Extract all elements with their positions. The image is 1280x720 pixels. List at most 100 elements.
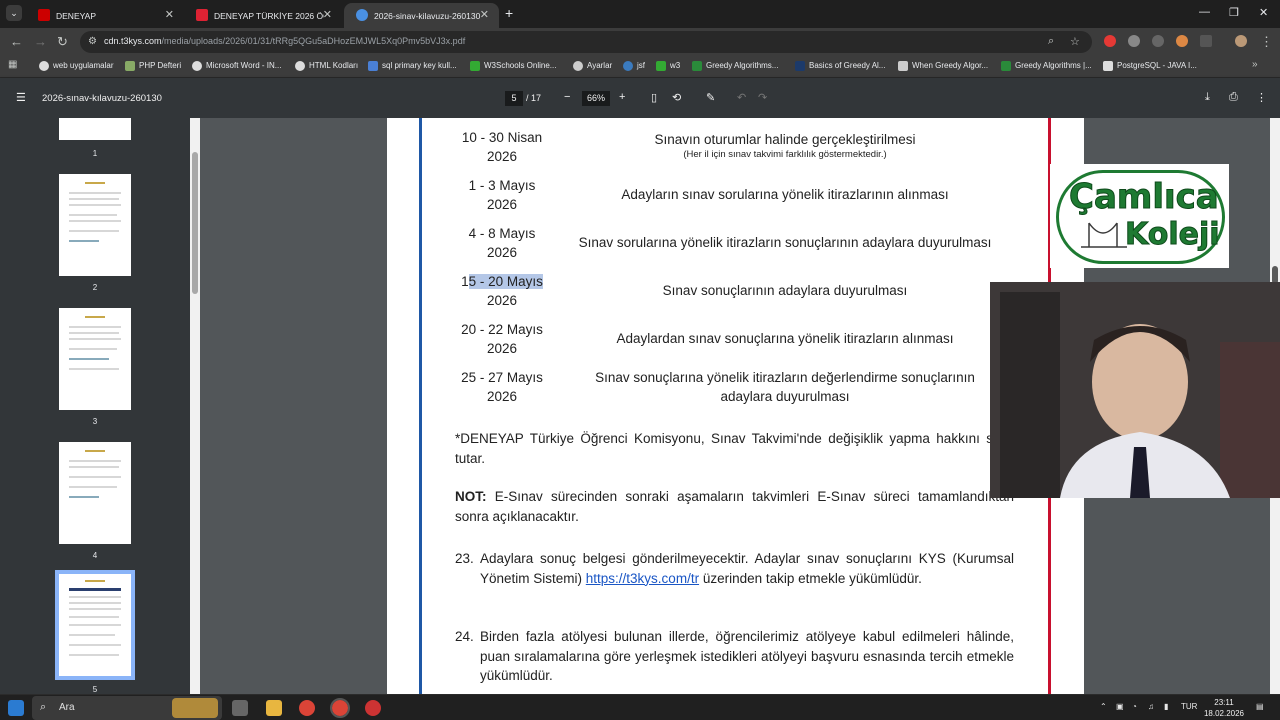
forward-button[interactable]: → — [34, 34, 47, 49]
more-bookmarks-icon[interactable]: » — [1252, 59, 1258, 70]
battery-icon[interactable]: ▮ — [1164, 702, 1168, 711]
apps-grid-icon[interactable]: ▦ — [8, 59, 17, 70]
page-thumbnail[interactable] — [59, 174, 131, 276]
bookmark-item[interactable]: W3Schools Online... — [470, 61, 556, 71]
address-bar[interactable]: ⚙ cdn.t3kys.com/media/uploads/2026/01/31… — [80, 31, 1092, 53]
windows-start-icon[interactable] — [8, 700, 24, 716]
extension-icon[interactable] — [1128, 35, 1140, 47]
sidebar-scroll-thumb[interactable] — [192, 152, 198, 294]
bookmark-item[interactable]: HTML Kodları — [295, 61, 358, 71]
volume-icon[interactable]: ♫ — [1148, 702, 1154, 711]
clock[interactable]: 23:11 18.02.2026 — [1196, 697, 1252, 719]
schedule-row: 4 - 8 Mayıs 2026 Sınav sorularına yönelik… — [468, 226, 992, 260]
sidebar-scrollbar[interactable] — [190, 118, 200, 694]
zoom-input[interactable]: 66% — [582, 91, 610, 106]
kys-link[interactable]: https://t3kys.com/tr — [586, 571, 699, 586]
url-host: cdn.t3kys.com — [104, 36, 162, 46]
url-path: /media/uploads/2026/01/31/tRRg5QGu5aDHoz… — [161, 36, 466, 46]
zoom-out-icon[interactable]: − — [564, 91, 570, 103]
windows-taskbar: ⌕ Ara ⌃ ▣ ◔ ♫ ▮ TUR 23:11 18.02.2026 ▤ — [0, 694, 1280, 720]
download-icon[interactable]: ⤓ — [1205, 91, 1210, 104]
extension-icon[interactable] — [1176, 35, 1188, 47]
tab-deneyap-turkiye[interactable]: DENEYAP TÜRKİYE 2026 ÖĞRENCİ ✕ — [184, 3, 342, 28]
new-tab-button[interactable]: + — [505, 5, 513, 21]
chrome-active-icon[interactable] — [330, 698, 350, 718]
schedule-row: 15 - 20 Mayıs 2026 Sınav sonuçlarının ada… — [461, 274, 908, 308]
profile-avatar[interactable] — [1235, 35, 1247, 47]
browser-toolbar: ← → ↻ ⚙ cdn.t3kys.com/media/uploads/2026… — [0, 28, 1280, 56]
close-window-button[interactable]: ✕ — [1259, 6, 1268, 19]
more-options-icon[interactable]: ⋮ — [1256, 91, 1267, 104]
bookmarks-bar: ▦ web uygulamalar PHP Defteri Microsoft … — [0, 56, 1280, 78]
print-icon[interactable]: ⎙ — [1229, 91, 1238, 104]
language-indicator[interactable]: TUR — [1181, 702, 1197, 711]
network-icon[interactable]: ◔ — [1132, 702, 1137, 711]
reload-button[interactable]: ↻ — [57, 34, 68, 50]
fit-page-icon[interactable]: ▯ — [651, 91, 657, 104]
bookmark-star-icon[interactable]: ☆ — [1070, 35, 1080, 48]
presenter-image — [990, 282, 1280, 498]
site-info-icon[interactable]: ⚙ — [88, 36, 97, 47]
deneyap-favicon-icon — [38, 9, 50, 21]
redo-icon[interactable]: ↷ — [758, 91, 767, 104]
school-logo: Çamlıca Koleji — [1050, 164, 1229, 268]
extensions-puzzle-icon[interactable] — [1200, 35, 1212, 47]
page-number-input[interactable]: 5 — [505, 91, 523, 106]
tab-pdf[interactable]: 2026-sinav-kilavuzu-260130 ✕ — [344, 3, 499, 28]
search-highlight-image — [172, 698, 218, 718]
sidebar-menu-icon[interactable]: ☰ — [16, 91, 26, 104]
notification-icon[interactable]: ▤ — [1256, 702, 1264, 711]
taskbar-search[interactable]: ⌕ Ara — [32, 696, 222, 720]
item-24: 24. Birden fazla atölyesi bulunan illerd… — [455, 629, 1014, 683]
schedule-row: 20 - 22 Mayıs 2026 Adaylardan sınav sonuç… — [461, 322, 954, 356]
bookmark-item[interactable]: Greedy Algorithms... — [692, 61, 778, 71]
page-thumbnail-active[interactable] — [55, 570, 135, 680]
zoom-icon[interactable]: ⌕ — [1048, 35, 1054, 48]
minimize-button[interactable]: — — [1199, 6, 1210, 18]
bookmark-item[interactable]: w3 — [656, 61, 680, 71]
pdf-toolbar: ☰ 2026-sınav-kılavuzu-260130 5 / 17 − 66… — [0, 78, 1280, 118]
bookmark-item[interactable]: When Greedy Algor... — [898, 61, 988, 71]
page-total: / 17 — [526, 93, 542, 103]
webcam-overlay — [990, 282, 1280, 498]
menu-dots-icon[interactable]: ⋮ — [1260, 34, 1273, 50]
text-selection-highlight: 5 - 20 Mayıs — [468, 274, 543, 289]
tab-strip: ⌄ DENEYAP ✕ DENEYAP TÜRKİYE 2026 ÖĞRENCİ… — [0, 0, 1280, 28]
zoom-in-icon[interactable]: + — [619, 91, 625, 103]
bookmark-item[interactable]: Microsoft Word - IN... — [192, 61, 281, 71]
restore-button[interactable]: ❐ — [1229, 6, 1239, 19]
chrome-icon[interactable] — [299, 700, 315, 716]
tab-deneyap[interactable]: DENEYAP ✕ — [26, 3, 184, 28]
undo-icon[interactable]: ↶ — [737, 91, 746, 104]
bookmark-item[interactable]: PostgreSQL - JAVA I... — [1103, 61, 1197, 71]
search-icon: ⌕ — [40, 701, 47, 713]
tray-icon[interactable]: ▣ — [1116, 702, 1124, 711]
recorder-icon[interactable] — [365, 700, 381, 716]
bridge-icon — [1081, 222, 1127, 248]
close-tab-icon[interactable]: ✕ — [480, 8, 489, 21]
extension-icon[interactable] — [1104, 35, 1116, 47]
file-explorer-icon[interactable] — [266, 700, 282, 716]
page-thumbnail[interactable] — [59, 442, 131, 544]
schedule-row: 1 - 3 Mayıs 2026 Adayların sınav soruları… — [468, 178, 949, 212]
annotate-icon[interactable]: ✎ — [706, 91, 715, 104]
close-tab-icon[interactable]: ✕ — [323, 8, 332, 21]
bookmark-item[interactable]: PHP Defteri — [125, 61, 181, 71]
page-thumbnail[interactable] — [59, 118, 131, 140]
close-tab-icon[interactable]: ✕ — [165, 8, 174, 21]
tab-search-button[interactable]: ⌄ — [6, 5, 22, 21]
thumbnail-sidebar: 1 2 3 4 5 — [0, 118, 200, 694]
page-thumbnail[interactable] — [59, 308, 131, 410]
bookmark-item[interactable]: sql primary key kull... — [368, 61, 457, 71]
thumbnail-number: 5 — [92, 685, 98, 694]
tray-chevron-icon[interactable]: ⌃ — [1100, 702, 1107, 711]
rotate-icon[interactable]: ⟲ — [672, 91, 681, 104]
extension-icon[interactable] — [1152, 35, 1164, 47]
bookmark-item[interactable]: Basics of Greedy Al... — [795, 61, 885, 71]
bookmark-item[interactable]: web uygulamalar — [39, 61, 113, 71]
bookmark-item[interactable]: Ayarlar — [573, 61, 612, 71]
bookmark-item[interactable]: jsf — [623, 61, 645, 71]
task-view-icon[interactable] — [232, 700, 248, 716]
bookmark-item[interactable]: Greedy Algorithms |... — [1001, 61, 1092, 71]
back-button[interactable]: ← — [10, 34, 23, 49]
